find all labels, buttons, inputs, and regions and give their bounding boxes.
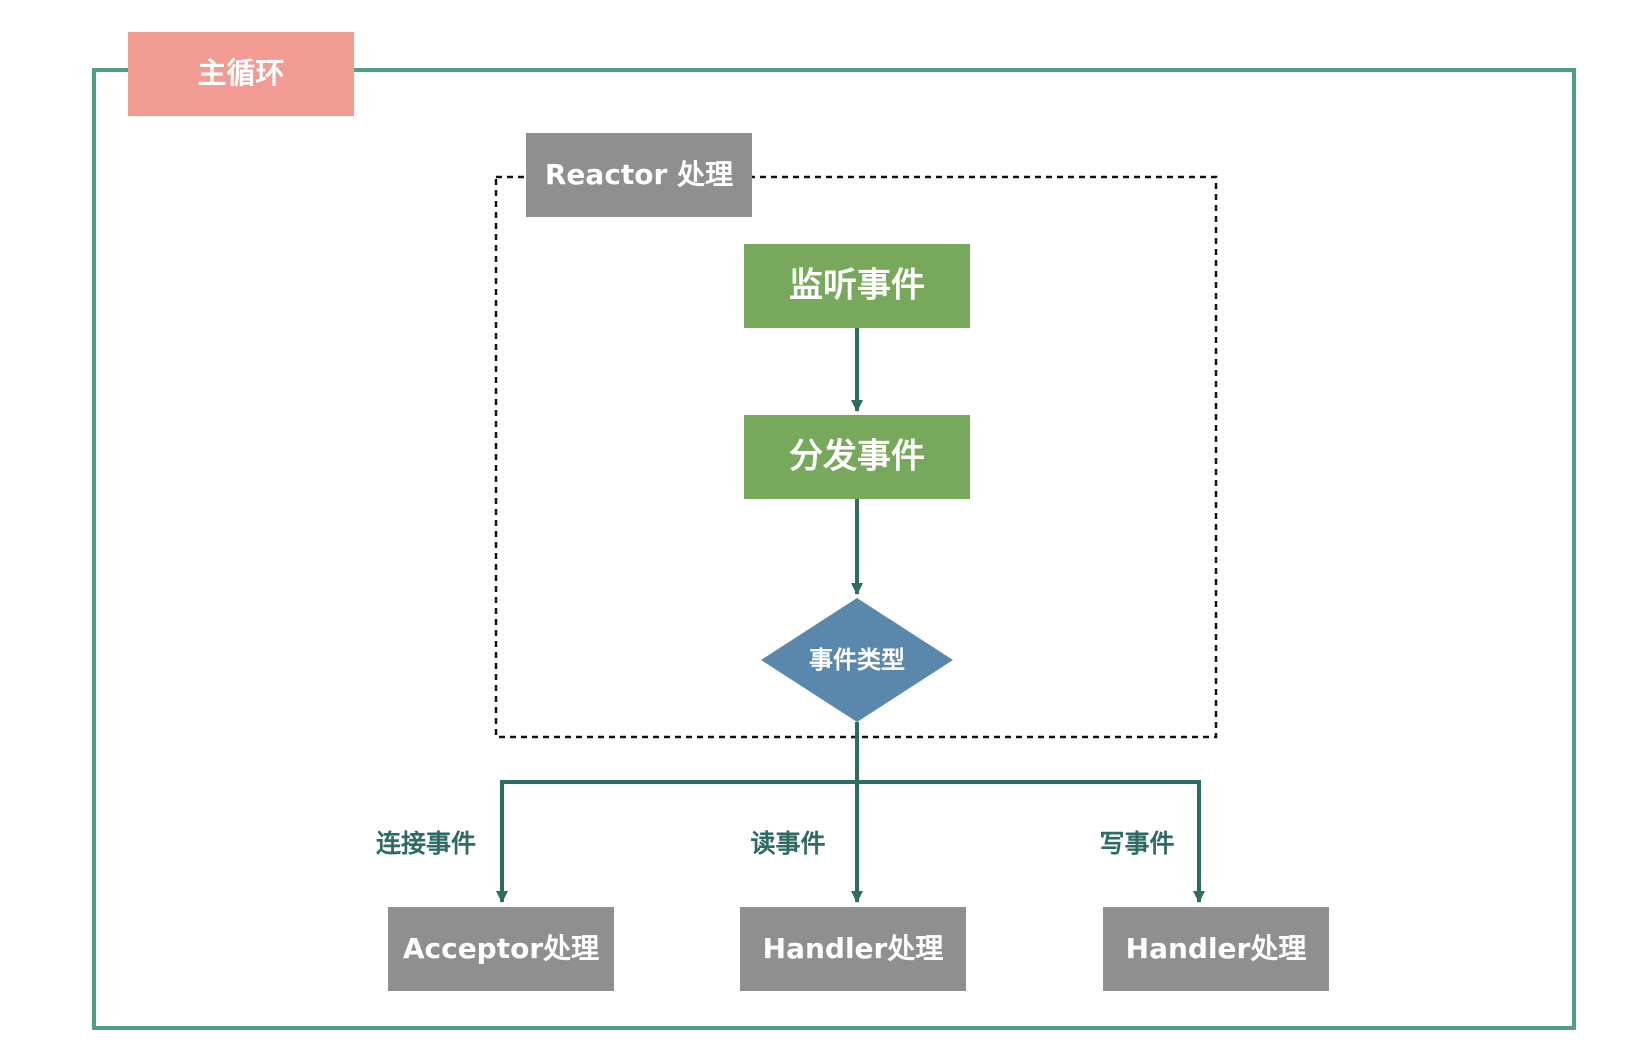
write-handler-node: Handler处理 bbox=[1103, 907, 1329, 991]
dispatch-events-label: 分发事件 bbox=[789, 437, 925, 477]
acceptor-handler-node: Acceptor处理 bbox=[388, 907, 614, 991]
main-loop-title-tag: 主循环 bbox=[128, 32, 354, 116]
dispatch-events-node: 分发事件 bbox=[744, 415, 970, 499]
edge-label-connect: 连接事件 bbox=[376, 829, 476, 858]
acceptor-handler-label: Acceptor处理 bbox=[403, 932, 599, 965]
main-loop-frame bbox=[92, 68, 1576, 1030]
event-type-decision: 事件类型 bbox=[761, 598, 953, 722]
event-loop-diagram: 主循环 Reactor 处理 监听事件 分发事件 事件类型 连接事件 读事件 写… bbox=[92, 32, 1576, 1030]
read-handler-label: Handler处理 bbox=[763, 932, 944, 965]
listen-events-node: 监听事件 bbox=[744, 244, 970, 328]
edge-label-read: 读事件 bbox=[750, 829, 825, 858]
reactor-title: Reactor 处理 bbox=[545, 158, 733, 191]
write-handler-label: Handler处理 bbox=[1126, 932, 1307, 965]
read-handler-node: Handler处理 bbox=[740, 907, 966, 991]
reactor-title-tag: Reactor 处理 bbox=[526, 133, 752, 217]
main-loop-title: 主循环 bbox=[197, 56, 284, 90]
listen-events-label: 监听事件 bbox=[789, 266, 925, 306]
edge-label-write: 写事件 bbox=[1099, 829, 1174, 858]
event-type-label: 事件类型 bbox=[809, 646, 905, 674]
